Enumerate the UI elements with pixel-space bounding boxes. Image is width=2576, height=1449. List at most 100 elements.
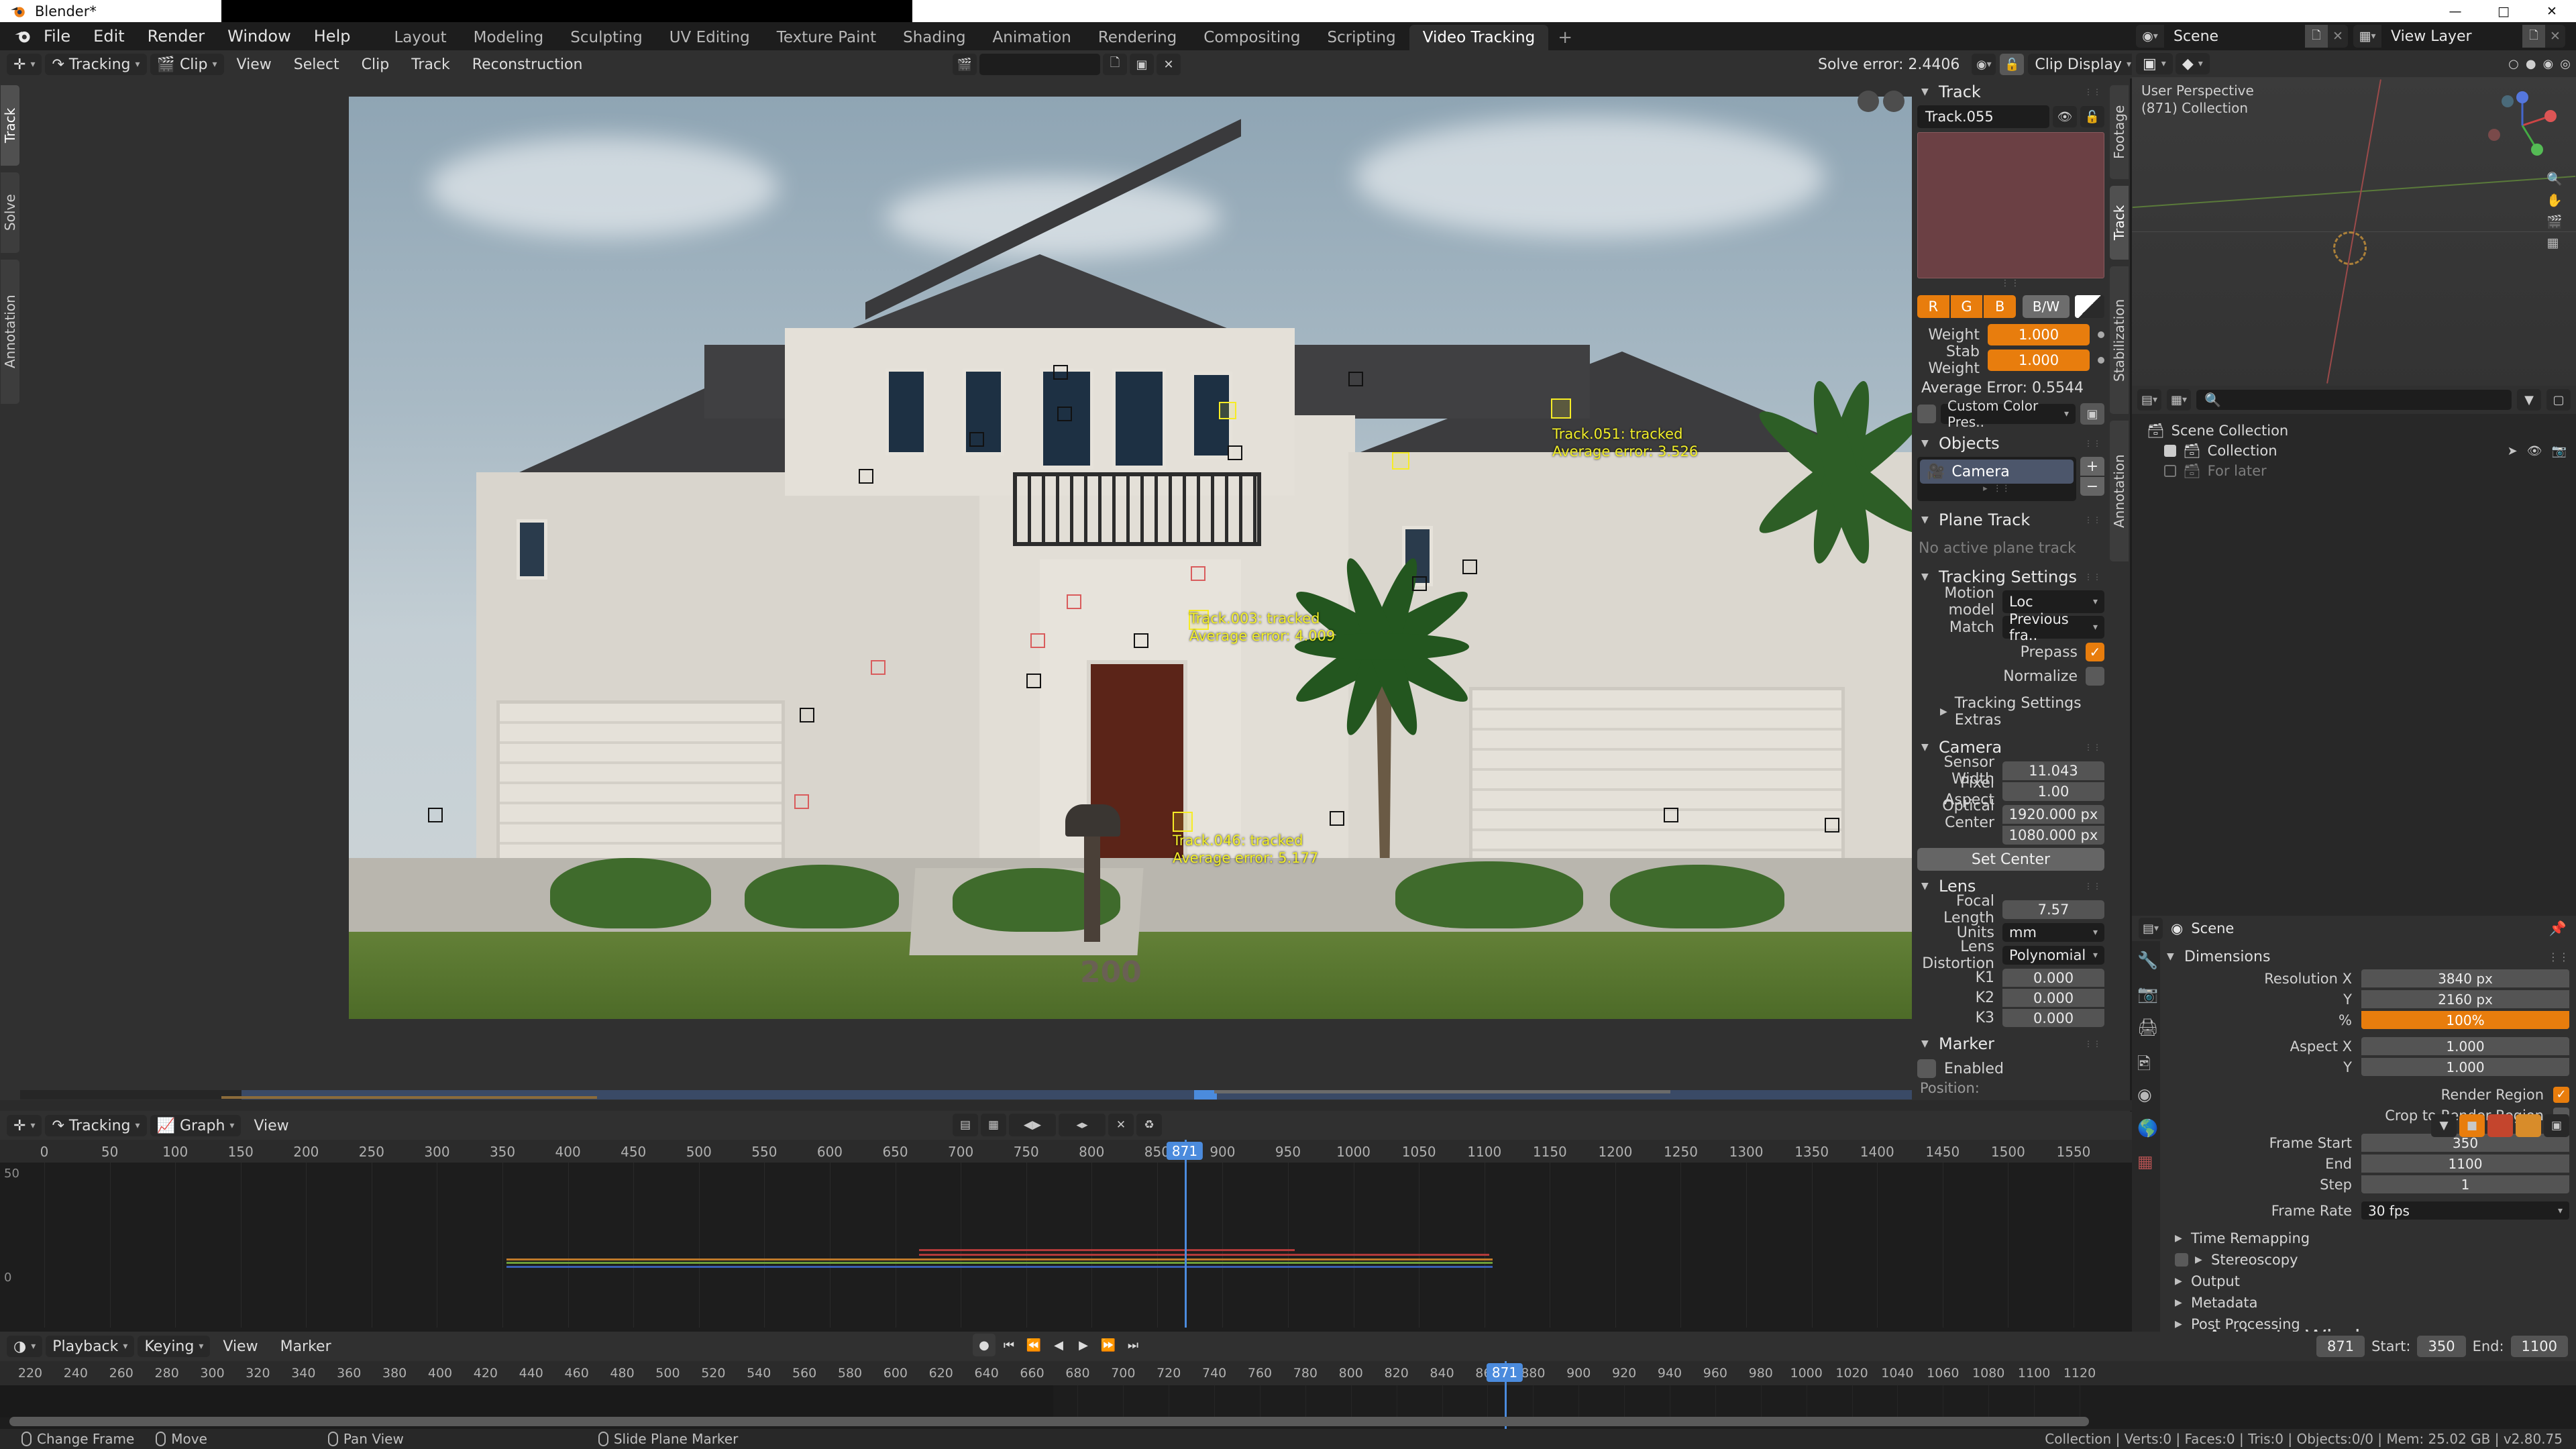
marker-enabled-checkbox[interactable] [1917, 1059, 1936, 1078]
output-properties-tab-icon[interactable]: 🖨 [2137, 1018, 2159, 1037]
menu-file[interactable]: File [32, 22, 82, 50]
next-keyframe-button[interactable]: ⏩ [1097, 1334, 1120, 1356]
outliner-row-scene-collection[interactable]: 🗃 Scene Collection [2147, 421, 2576, 441]
outliner-row-for-later[interactable]: 🗃 For later [2147, 461, 2576, 481]
add-workspace-button[interactable]: + [1548, 25, 1582, 50]
grayscale-preview-icon[interactable] [2075, 295, 2105, 318]
graph-editor-type-icon[interactable]: ✛ ▾ [7, 1115, 42, 1136]
animate-dot-icon[interactable] [2098, 357, 2104, 364]
outliner-new-collection-icon[interactable]: ▢ [2546, 389, 2571, 411]
clip-source-dropdown[interactable]: 🎬 Clip ▾ [150, 54, 224, 75]
tab-modeling[interactable]: Modeling [460, 25, 557, 50]
selectable-icon[interactable]: ➤ [2508, 444, 2518, 458]
solid-shading-icon[interactable]: ● [2526, 57, 2536, 71]
pixel-aspect-field[interactable]: 1.00 [2002, 782, 2104, 801]
viewport-editor-type-icon[interactable]: ▣ ▾ [2136, 53, 2173, 74]
optical-center-x-field[interactable]: 1920.000 px [2002, 805, 2104, 824]
clip-menu-clip[interactable]: Clip [352, 54, 399, 75]
channel-b-button[interactable]: B [1984, 295, 2017, 318]
play-button[interactable]: ▶ [1072, 1334, 1095, 1356]
menu-window[interactable]: Window [216, 22, 303, 50]
weight-field[interactable]: 1.000 [1988, 324, 2090, 345]
graph-filter-icon[interactable]: ▼ [2431, 1114, 2457, 1137]
optical-center-y-field[interactable]: 1080.000 px [2002, 826, 2104, 845]
tab-animation[interactable]: Animation [979, 25, 1085, 50]
objects-list[interactable]: 🎥 Camera ▸ ⋮⋮ [1917, 457, 2076, 501]
panel-header-track[interactable]: ▼ Track ⋮⋮ [1912, 78, 2110, 105]
timeline-view-menu[interactable]: View [213, 1336, 267, 1357]
properties-editor-type-icon[interactable]: ▤ ▾ [2139, 918, 2163, 939]
aspect-x-field[interactable]: 1.000 [2361, 1037, 2569, 1055]
render-properties-tab-icon[interactable]: 📷 [2137, 984, 2158, 1004]
graph-clear-icon[interactable]: ♻ [1136, 1114, 1162, 1136]
maximize-button[interactable]: □ [2479, 0, 2528, 22]
collection-checkbox[interactable] [2164, 445, 2176, 457]
menu-render[interactable]: Render [136, 22, 216, 50]
panel-header-objects[interactable]: ▼ Objects ⋮⋮ [1912, 430, 2110, 457]
remove-object-button[interactable]: − [2080, 477, 2104, 496]
stereoscopy-panel-header[interactable]: ▶ Stereoscopy [2167, 1249, 2569, 1271]
k2-field[interactable]: 0.000 [2002, 989, 2104, 1007]
timeline-canvas[interactable]: 220 240 260 280 300 320 340 360 380 400 420 440 460 4… [0, 1361, 2576, 1429]
timeline-playback-menu[interactable]: Playback ▾ [46, 1336, 135, 1357]
zoom-gizmo-icon[interactable] [1858, 91, 1879, 112]
render-region-checkbox[interactable]: ✓ [2553, 1086, 2569, 1103]
timeline-marker-menu[interactable]: Marker [271, 1336, 341, 1357]
record-button[interactable]: ● [973, 1334, 996, 1356]
close-button[interactable]: ✕ [2528, 0, 2576, 22]
graph-playhead[interactable] [1185, 1140, 1187, 1328]
stereoscopy-checkbox[interactable] [2175, 1253, 2188, 1267]
graph-delete-icon[interactable]: ✕ [1108, 1114, 1134, 1136]
track-lock-icon[interactable]: 🔓 [2080, 106, 2104, 127]
timeline-hscrollbar[interactable] [9, 1417, 2089, 1426]
track-name-field[interactable]: Track.055 [1917, 105, 2049, 128]
color-preset-dropdown[interactable]: Custom Color Pres.. ▾ [1941, 398, 2076, 430]
start-frame-field[interactable]: 350 [2417, 1336, 2466, 1357]
rendered-shading-icon[interactable]: ◎ [2560, 57, 2571, 71]
proportional-edit-icon[interactable]: ◉ ▾ [1972, 54, 1996, 75]
zoom-icon[interactable]: 🔍 [2546, 171, 2563, 186]
viewport-3d[interactable]: ▣ ▾ ◆ ▾ ○ ● ◉ ◎ User Perspective (871) Col… [2132, 50, 2576, 386]
k3-field[interactable]: 0.000 [2002, 1009, 2104, 1027]
tab-sculpting[interactable]: Sculpting [557, 25, 655, 50]
graph-mode-dropdown[interactable]: 📈 Graph ▾ [150, 1115, 241, 1136]
units-dropdown[interactable]: mm ▾ [2002, 923, 2104, 942]
tracking-settings-extras-header[interactable]: ▶ Tracking Settings Extras [1917, 690, 2104, 734]
right-tab-annotation[interactable]: Annotation [2110, 421, 2129, 561]
jump-to-start-button[interactable]: ⏮ [998, 1334, 1020, 1356]
tool-properties-tab-icon[interactable]: 🔧 [2137, 951, 2158, 970]
graph-editor-canvas[interactable]: 50 0 0 50 100 150 200 250 300 350 400 450 500 550 60… [0, 1140, 2132, 1328]
clip-unlink-icon[interactable]: ✕ [1157, 54, 1181, 75]
clip-browse-icon[interactable]: 🎬 [953, 54, 977, 75]
custom-color-checkbox[interactable] [1917, 405, 1936, 423]
add-object-button[interactable]: + [2080, 457, 2104, 476]
sensor-width-field[interactable]: 11.043 [2002, 761, 2104, 780]
metadata-panel-header[interactable]: ▶ Metadata [2167, 1292, 2569, 1313]
set-center-button[interactable]: Set Center [1917, 848, 2104, 871]
resolution-percent-field[interactable]: 100% [2361, 1011, 2569, 1029]
menu-help[interactable]: Help [303, 22, 362, 50]
track-visibility-icon[interactable]: 👁 [2053, 106, 2077, 127]
channel-g-button[interactable]: G [1950, 295, 1983, 318]
timeline-keying-menu[interactable]: Keying ▾ [138, 1336, 211, 1357]
end-frame-field[interactable]: 1100 [2510, 1336, 2568, 1357]
view-layer-properties-tab-icon[interactable]: 🖻 [2137, 1051, 2155, 1073]
viewport-mode-dropdown[interactable]: ◆ ▾ [2175, 53, 2210, 74]
normalize-checkbox[interactable] [2086, 667, 2104, 686]
blender-app-icon[interactable] [13, 27, 32, 46]
dimensions-panel-header[interactable]: ▼ Dimensions ⋮⋮ [2167, 945, 2569, 968]
frame-step-field[interactable]: 1 [2361, 1175, 2569, 1193]
panel-header-marker[interactable]: ▼ Marker ⋮⋮ [1912, 1030, 2110, 1057]
view-layer-name[interactable]: View Layer [2381, 25, 2522, 48]
clip-mode-dropdown[interactable]: ↷ Tracking ▾ [45, 54, 147, 75]
frame-end-field[interactable]: 1100 [2361, 1155, 2569, 1173]
tab-video-tracking[interactable]: Video Tracking [1409, 25, 1549, 50]
tab-rendering[interactable]: Rendering [1085, 25, 1190, 50]
hand-pan-icon[interactable]: ✋ [2546, 193, 2563, 208]
right-tab-track[interactable]: Track [2110, 186, 2129, 260]
remove-view-layer-button[interactable]: ✕ [2545, 25, 2565, 48]
outliner[interactable]: ▤ ▾ ▦ ▾ 🔍 ▼ ▢ 🗃 Scene Collection 🗃 Collect… [2132, 386, 2576, 916]
viewport-3d-canvas[interactable]: User Perspective (871) Collection 🔍 ✋ 🎬 [2132, 77, 2576, 386]
tab-scripting[interactable]: Scripting [1313, 25, 1409, 50]
channel-bw-button[interactable]: B/W [2023, 295, 2070, 318]
